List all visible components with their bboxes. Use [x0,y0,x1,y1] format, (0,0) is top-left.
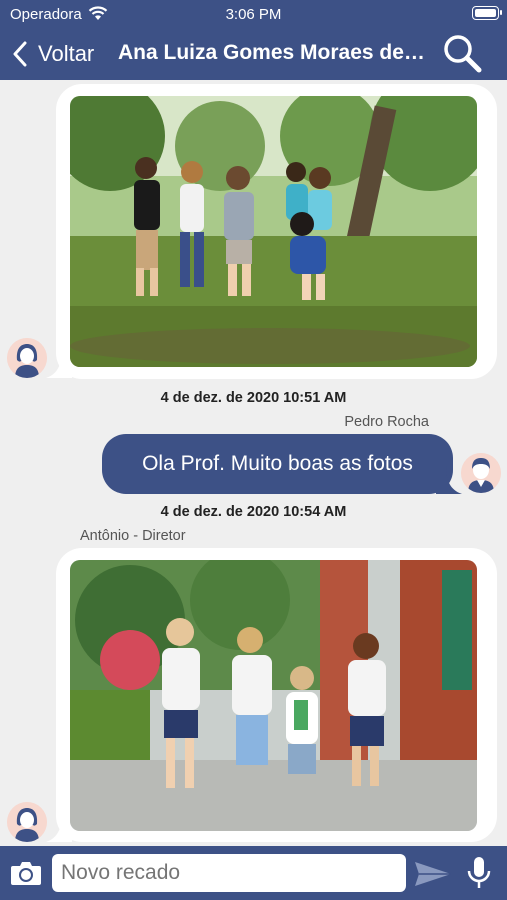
status-time: 3:06 PM [225,6,282,23]
message-photo[interactable] [70,96,477,367]
avatar-female [7,338,47,378]
composer-bar [0,846,507,900]
top-bar: Operadora 3:06 PM Voltar Ana Luiza Gomes… [0,0,507,80]
search-icon[interactable] [441,32,483,74]
message-photo[interactable] [70,560,477,831]
message-image-bubble[interactable] [56,548,497,842]
page-title: Ana Luiza Gomes Moraes de Souza [118,41,428,64]
message-image-bubble[interactable] [56,84,497,379]
user-female-avatar-icon [7,338,47,378]
nav-bar: Voltar Ana Luiza Gomes Moraes de Souza [0,28,507,80]
status-bar: Operadora 3:06 PM [0,0,507,28]
battery-icon [472,6,502,20]
camera-icon[interactable] [10,860,42,886]
sender-name: Pedro Rocha [344,414,429,430]
user-female-avatar-icon [7,802,47,842]
message-timestamp: 4 de dez. de 2020 10:51 AM [160,390,347,406]
back-label: Voltar [38,41,95,66]
chevron-left-icon [13,41,27,67]
send-icon[interactable] [413,860,453,888]
sender-name: Antônio - Diretor [80,528,186,544]
message-text-bubble[interactable]: Ola Prof. Muito boas as fotos [102,434,453,494]
user-male-avatar-icon [461,453,501,493]
microphone-icon[interactable] [466,856,492,890]
back-button[interactable]: Voltar [12,36,94,72]
bubble-tail [436,466,462,494]
message-timestamp: 4 de dez. de 2020 10:54 AM [160,504,347,520]
message-input[interactable] [52,854,406,892]
message-text: Ola Prof. Muito boas as fotos [142,452,413,475]
avatar-female [7,802,47,842]
avatar-male [461,453,501,493]
